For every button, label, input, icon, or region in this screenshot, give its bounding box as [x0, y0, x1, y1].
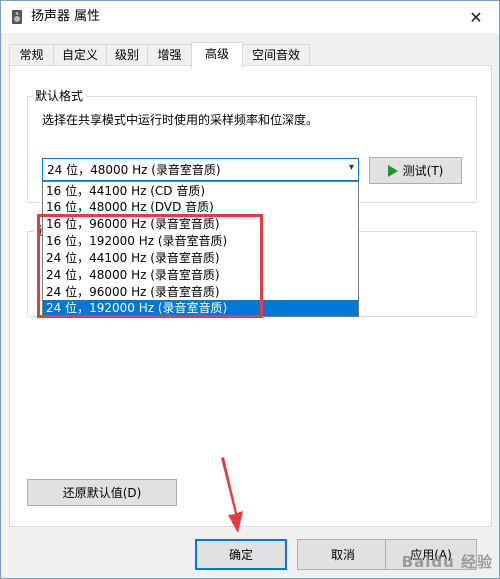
tab-spatial-sound[interactable]: 空间音效	[242, 44, 310, 66]
watermark: Baidu 经验	[401, 553, 493, 571]
default-format-title: 默认格式	[32, 89, 87, 103]
window-title: 扬声器 属性	[31, 9, 101, 24]
test-button-label: 测试(T)	[402, 164, 444, 178]
cancel-button[interactable]: 取消	[297, 539, 389, 570]
test-button[interactable]: 测试(T)	[369, 157, 462, 184]
tab-enhancements[interactable]: 增强	[147, 44, 192, 66]
format-select[interactable]: 24 位，48000 Hz (录音室音质) ▾	[42, 158, 359, 181]
chevron-down-icon: ▾	[348, 162, 354, 173]
annotation-arrow-icon	[221, 457, 243, 533]
speaker-icon	[12, 10, 22, 24]
default-format-description: 选择在共享模式中运行时使用的采样频率和位深度。	[42, 113, 319, 127]
tab-levels[interactable]: 级别	[106, 44, 148, 66]
title-bar: 扬声器 属性 ✕	[1, 1, 499, 33]
format-option[interactable]: 16 位，48000 Hz (DVD 音质)	[43, 199, 358, 215]
tab-advanced[interactable]: 高级	[191, 42, 243, 69]
ok-button[interactable]: 确定	[195, 539, 287, 570]
tab-general[interactable]: 常规	[9, 44, 54, 66]
play-icon	[387, 164, 398, 177]
close-icon: ✕	[469, 7, 483, 27]
annotation-highlight-box	[37, 214, 263, 318]
close-button[interactable]: ✕	[453, 1, 499, 33]
format-select-value: 24 位，48000 Hz (录音室音质)	[47, 163, 221, 177]
format-option[interactable]: 16 位，44100 Hz (CD 音质)	[43, 183, 358, 199]
tab-custom[interactable]: 自定义	[53, 44, 107, 66]
speaker-properties-dialog: 扬声器 属性 ✕ 常规 自定义 级别 增强 高级 空间音效 默认格式 选择在共享…	[0, 0, 500, 579]
tab-strip: 常规 自定义 级别 增强 高级 空间音效	[9, 42, 489, 69]
restore-defaults-button[interactable]: 还原默认值(D)	[27, 479, 177, 506]
